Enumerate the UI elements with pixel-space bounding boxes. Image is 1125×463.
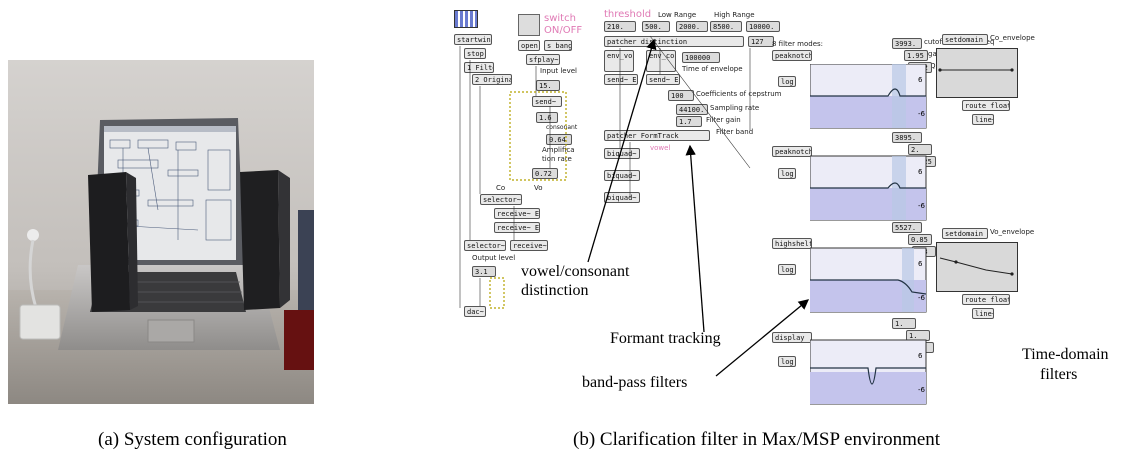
vowel-consonant-annotation: vowel/consonant bbox=[521, 263, 630, 280]
band-pass-annotation: band-pass filters bbox=[582, 374, 688, 391]
annotation-arrows bbox=[587, 38, 810, 377]
vowel-consonant-annotation-2: distinction bbox=[521, 282, 589, 299]
caption-a: (a) System configuration bbox=[98, 429, 287, 450]
time-domain-annotation: Time-domain bbox=[1022, 346, 1109, 363]
caption-b: (b) Clarification filter in Max/MSP envi… bbox=[573, 429, 941, 450]
time-domain-annotation-2: filters bbox=[1040, 366, 1078, 383]
formant-tracking-annotation: Formant tracking bbox=[610, 330, 721, 347]
